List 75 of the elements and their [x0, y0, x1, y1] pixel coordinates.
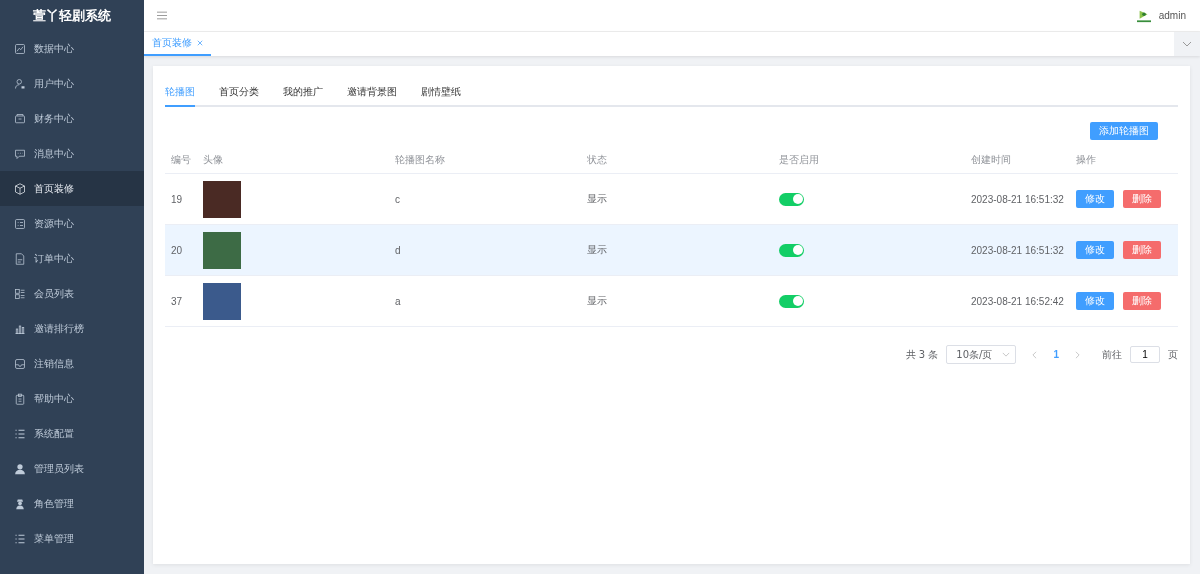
cube-icon: [14, 182, 26, 195]
column-header: 状态: [581, 146, 773, 174]
sidebar-item[interactable]: 订单中心: [0, 241, 144, 276]
table-cell: 2023-08-21 16:51:32: [971, 193, 1064, 205]
table-row[interactable]: 20 d 显示 2023-08-21 16:51:32 修改 删除: [165, 224, 1178, 276]
toggle-switch[interactable]: [779, 294, 804, 308]
app-title: 萱丫轻剧系统: [32, 6, 112, 25]
chat-icon: [14, 147, 26, 160]
chevron-icon: [1002, 352, 1011, 357]
sidebar-item[interactable]: 邀请排行榜: [0, 311, 144, 346]
username[interactable]: admin: [1158, 10, 1186, 21]
sidebar-item[interactable]: 注销信息: [0, 346, 144, 381]
wallet-icon: [14, 112, 26, 125]
table-cell: a: [395, 295, 401, 307]
page-size-select[interactable]: 10条/页: [946, 345, 1017, 364]
sidebar-item[interactable]: 消息中心: [0, 136, 144, 171]
card-icon: [14, 217, 26, 230]
menu-icon[interactable]: [157, 11, 167, 20]
close-icon[interactable]: [197, 40, 203, 46]
bars-icon: [14, 322, 26, 335]
sidebar-item[interactable]: 菜单管理: [0, 521, 144, 556]
table-cell: c: [395, 193, 400, 205]
gridlist-icon: [14, 287, 26, 300]
column-header: 操作: [1069, 146, 1178, 174]
sidebar-item[interactable]: 财务中心: [0, 101, 144, 136]
tab[interactable]: 首页分类: [219, 80, 259, 107]
sidebar-item[interactable]: 资源中心: [0, 206, 144, 241]
table-row[interactable]: 19 c 显示 2023-08-21 16:51:32 修改 删除: [165, 173, 1178, 225]
table-cell: 37: [171, 295, 183, 307]
table-cell: 显示: [587, 295, 607, 306]
photo-placeholder: [203, 231, 241, 269]
table-cell: 显示: [587, 244, 607, 255]
clip-icon: [14, 392, 26, 405]
sidebar-item[interactable]: 系统配置: [0, 416, 144, 451]
photo-placeholder: [203, 180, 241, 218]
column-header: 编号: [165, 146, 197, 174]
total-count: 共 3 条: [905, 347, 939, 362]
column-header: 是否启用: [773, 146, 965, 174]
sidebar-item[interactable]: 会员列表: [0, 276, 144, 311]
list-icon: [14, 532, 26, 545]
chevron-icon: [1182, 41, 1192, 47]
page-input[interactable]: 1: [1130, 346, 1160, 363]
table-cell: 20: [171, 244, 183, 256]
column-header: 轮播图名称: [389, 146, 581, 174]
goto-label: 前往: [1102, 347, 1122, 362]
sidebar-item[interactable]: 用户中心: [0, 66, 144, 101]
sidebar-item[interactable]: 数据中心: [0, 31, 144, 66]
tab[interactable]: 剧情壁纸: [421, 80, 461, 107]
user-icon: [14, 77, 26, 90]
photo-placeholder: [203, 282, 241, 320]
chart-icon: [14, 42, 26, 55]
column-header: 创建时间: [965, 146, 1070, 174]
column-header: 头像: [197, 146, 389, 174]
logo-icon: [1134, 8, 1153, 23]
doc-icon: [14, 252, 26, 265]
sidebar-item[interactable]: 管理员列表: [0, 451, 144, 486]
toggle-switch[interactable]: [779, 192, 804, 206]
next-page-icon[interactable]: [1075, 350, 1080, 359]
tab[interactable]: 邀请背景图: [347, 80, 397, 107]
table-cell: d: [395, 244, 401, 256]
table-cell: 19: [171, 193, 183, 205]
previous-page-icon[interactable]: [1032, 350, 1038, 359]
sidebar-item[interactable]: 首页装修: [0, 171, 144, 206]
sidebar-item[interactable]: 帮助中心: [0, 381, 144, 416]
inbox-icon: [14, 357, 26, 370]
table-cell: 显示: [587, 193, 607, 204]
table-cell: 2023-08-21 16:52:42: [971, 295, 1064, 307]
sidebar-item[interactable]: 角色管理: [0, 486, 144, 521]
tab[interactable]: 我的推广: [283, 80, 323, 107]
table-cell: 2023-08-21 16:51:32: [971, 244, 1064, 256]
toggle-switch[interactable]: [779, 243, 804, 257]
person-icon: [14, 462, 26, 475]
table-row[interactable]: 37 a 显示 2023-08-21 16:52:42 修改 删除: [165, 275, 1178, 327]
page-suffix: 页: [1168, 347, 1178, 362]
list-icon: [14, 427, 26, 440]
